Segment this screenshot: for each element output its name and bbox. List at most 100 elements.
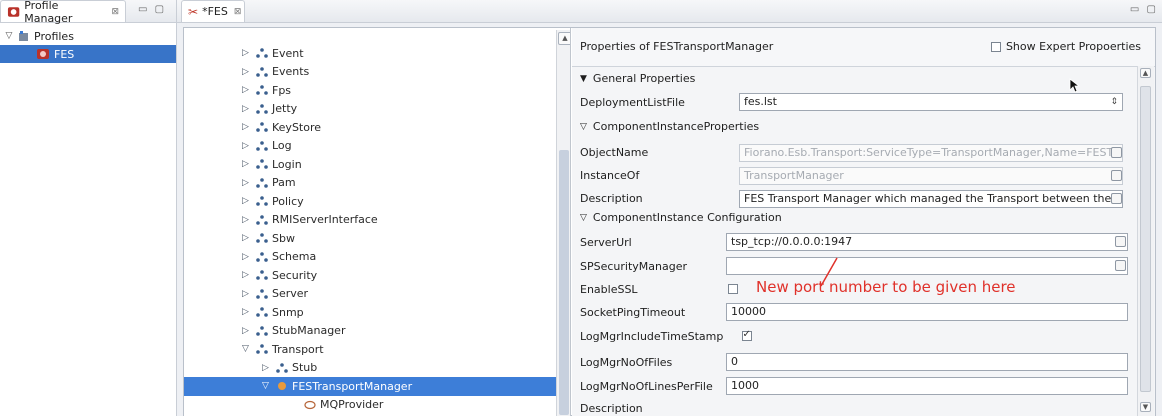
combo-arrow-icon[interactable]: ⇕: [1110, 94, 1118, 110]
deployment-list-file-label: DeploymentListFile: [580, 96, 685, 109]
section-general-properties[interactable]: ▼ General Properties: [580, 72, 695, 85]
tree-item[interactable]: ▷ StubManager: [204, 322, 564, 341]
expand-icon[interactable]: ▷: [242, 48, 256, 58]
tree-item[interactable]: ▷ Snmp: [204, 303, 564, 322]
expand-icon[interactable]: ▷: [242, 159, 256, 169]
expand-icon[interactable]: ▷: [242, 215, 256, 225]
edit-value-button[interactable]: [1111, 147, 1122, 158]
tree-item-profiles[interactable]: ▽ Profiles: [0, 27, 176, 45]
expand-icon[interactable]: ▷: [242, 307, 256, 317]
tree-item-label: Security: [272, 268, 318, 282]
expand-icon[interactable]: ▷: [242, 85, 256, 95]
deployment-list-file-select[interactable]: fes.lst ⇕: [739, 93, 1123, 111]
description-field[interactable]: FES Transport Manager which managed the …: [739, 190, 1123, 208]
tree-item[interactable]: ▷ Log: [204, 137, 564, 156]
expand-icon[interactable]: ▷: [262, 363, 276, 373]
package-icon: [256, 325, 268, 336]
collapse-icon[interactable]: ▽: [262, 381, 276, 391]
expand-icon[interactable]: ▷: [242, 233, 256, 243]
expand-icon[interactable]: ▷: [242, 289, 256, 299]
tree-scrollbar[interactable]: ▲: [556, 30, 570, 416]
server-url-field[interactable]: tsp_tcp://0.0.0.0:1947: [726, 233, 1128, 251]
section-instance-config-label: ComponentInstance Configuration: [592, 211, 782, 224]
tree-item[interactable]: ▷ RMIServerInterface: [204, 211, 564, 230]
tree-item[interactable]: ▷ Policy: [204, 192, 564, 211]
collapse-icon[interactable]: ▽: [580, 122, 587, 132]
log-mgr-no-of-files-field[interactable]: 0: [726, 353, 1128, 371]
tree-item[interactable]: ▷ Sbw: [204, 229, 564, 248]
tab-profile-manager[interactable]: Profile Manager ⊠: [0, 0, 126, 25]
object-name-field[interactable]: Fiorano.Esb.Transport:ServiceType=Transp…: [739, 144, 1123, 162]
tab-profile-manager-label: Profile Manager: [24, 0, 73, 25]
properties-scrollbar-thumb[interactable]: [1140, 86, 1151, 392]
tree-item[interactable]: MQProvider: [204, 396, 564, 415]
scroll-up-icon[interactable]: ▲: [1140, 68, 1151, 78]
view-min-max-icon[interactable]: ▭ ▢: [1130, 4, 1158, 15]
tree-item[interactable]: ▷ Fps: [204, 81, 564, 100]
expand-icon[interactable]: ▷: [242, 67, 256, 77]
collapse-icon[interactable]: ▽: [580, 213, 587, 223]
tree-item[interactable]: ▷ KeyStore: [204, 118, 564, 137]
expand-icon[interactable]: ▽: [4, 31, 14, 41]
expand-icon[interactable]: ▷: [242, 196, 256, 206]
collapse-icon[interactable]: ▽: [242, 344, 256, 354]
tree-item[interactable]: ▷ Events: [204, 63, 564, 82]
tree-item[interactable]: ▷ Stub: [204, 359, 564, 378]
tree-item[interactable]: ▷ Jetty: [204, 100, 564, 119]
tree-item-label: Server: [272, 287, 309, 301]
edit-value-button[interactable]: [1111, 170, 1122, 181]
edit-value-button[interactable]: [1111, 193, 1122, 204]
component-tree-list: ▷ Event ▷ Events ▷ Fps ▷ Jetty ▷ KeyStore ▷ Log ▷ Log…: [184, 44, 564, 415]
component-icon: [278, 382, 286, 391]
scroll-up-icon[interactable]: ▲: [558, 32, 570, 45]
package-icon: [256, 233, 268, 244]
object-name-value: Fiorano.Esb.Transport:ServiceType=Transp…: [744, 146, 1123, 159]
tree-item[interactable]: ▷ Event: [204, 44, 564, 63]
scroll-down-icon[interactable]: ▼: [1140, 402, 1151, 412]
edit-value-button[interactable]: [1115, 260, 1126, 271]
tree-item-fes[interactable]: FES: [0, 45, 176, 63]
close-icon[interactable]: ⊠: [111, 7, 119, 17]
tree-item[interactable]: ▷ Schema: [204, 248, 564, 267]
edit-value-button[interactable]: [1115, 236, 1126, 247]
close-icon[interactable]: ⊠: [234, 7, 242, 17]
profile-manager-tabbar: Profile Manager ⊠ ▭ ▢: [0, 0, 176, 25]
profile-manager-view: Profile Manager ⊠ ▭ ▢ ▽ Profiles FES: [0, 0, 177, 416]
show-expert-toggle[interactable]: Show Expert Propoerties: [990, 40, 1141, 53]
tree-item[interactable]: ▽ Transport: [204, 340, 564, 359]
expand-icon[interactable]: ▷: [242, 326, 256, 336]
tree-item-label: MQProvider: [320, 398, 384, 412]
section-instance-properties[interactable]: ▽ ComponentInstanceProperties: [580, 120, 759, 133]
view-min-max-icon[interactable]: ▭ ▢: [138, 4, 166, 15]
tree-scrollbar-thumb[interactable]: [559, 150, 569, 415]
tree-item[interactable]: ▷ Server: [204, 285, 564, 304]
log-mgr-include-timestamp-checkbox[interactable]: [741, 329, 752, 341]
tree-item[interactable]: ▷ Login: [204, 155, 564, 174]
package-icon: [256, 344, 268, 355]
instance-of-field[interactable]: TransportManager: [739, 167, 1123, 185]
tree-item[interactable]: ▷ Security: [204, 266, 564, 285]
server-url-value: tsp_tcp://0.0.0.0:1947: [731, 235, 853, 248]
package-icon: [256, 177, 268, 188]
enable-ssl-checkbox[interactable]: [728, 284, 738, 294]
log-mgr-no-of-lines-field[interactable]: 1000: [726, 377, 1128, 395]
tree-item[interactable]: ▽ FESTransportManager: [184, 377, 556, 396]
expand-icon[interactable]: ▷: [242, 252, 256, 262]
show-expert-checkbox[interactable]: [990, 41, 1001, 52]
log-mgr-no-of-files-label: LogMgrNoOfFiles: [580, 356, 673, 369]
section-instance-configuration[interactable]: ▽ ComponentInstance Configuration: [580, 211, 782, 224]
expand-icon[interactable]: ▷: [242, 178, 256, 188]
tab-fes[interactable]: ✂ *FES ⊠: [181, 0, 245, 22]
expand-icon[interactable]: ▷: [242, 104, 256, 114]
expand-icon[interactable]: ▷: [242, 270, 256, 280]
properties-scrollbar[interactable]: ▲ ▼: [1137, 66, 1154, 416]
expand-icon[interactable]: ▷: [242, 122, 256, 132]
show-expert-label: Show Expert Propoerties: [1005, 40, 1141, 53]
collapse-icon[interactable]: ▼: [580, 74, 587, 84]
tree-item[interactable]: ▷ Pam: [204, 174, 564, 193]
tree-item-profiles-label: Profiles: [34, 29, 74, 43]
tree-item-label: Jetty: [272, 102, 298, 116]
expand-icon[interactable]: ▷: [242, 141, 256, 151]
socket-ping-timeout-field[interactable]: 10000: [726, 303, 1128, 321]
tree-item-label: Stub: [292, 361, 318, 375]
